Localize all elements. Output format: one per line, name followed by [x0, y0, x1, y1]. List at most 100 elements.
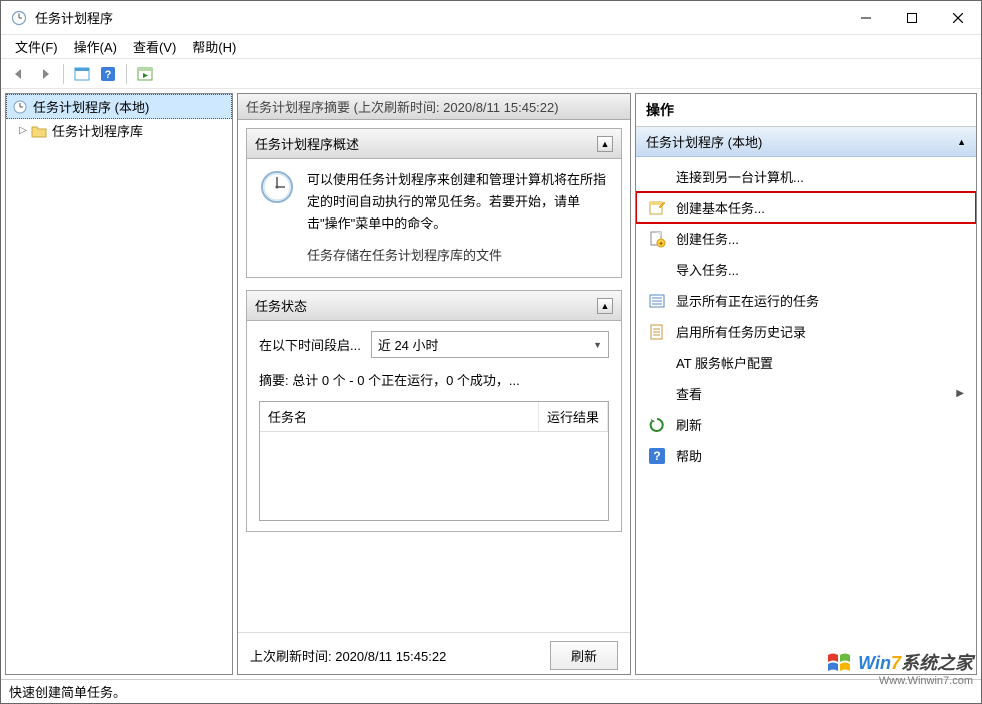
col-result[interactable]: 运行结果 [539, 402, 608, 431]
status-body: 在以下时间段启... 近 24 小时 ▼ 摘要: 总计 0 个 - 0 个正在运… [247, 321, 621, 531]
status-summary: 摘要: 总计 0 个 - 0 个正在运行，0 个成功，... [259, 370, 609, 389]
tree-library-label: 任务计划程序库 [52, 121, 143, 140]
menu-view[interactable]: 查看(V) [125, 34, 184, 59]
chevron-right-icon: ▶ [956, 388, 964, 399]
period-dropdown[interactable]: 近 24 小时 ▼ [371, 331, 609, 358]
overview-text: 可以使用任务计划程序来创建和管理计算机将在所指定的时间自动执行的常见任务。若要开… [307, 169, 609, 235]
col-taskname[interactable]: 任务名 [260, 402, 539, 431]
tree-root-label: 任务计划程序 (本地) [33, 97, 149, 116]
collapse-icon[interactable]: ▲ [597, 136, 613, 152]
toolbar-separator [63, 64, 64, 84]
blank-icon [648, 385, 666, 403]
status-row: 在以下时间段启... 近 24 小时 ▼ [259, 331, 609, 358]
actions-section-title: 任务计划程序 (本地) [646, 132, 762, 151]
help-icon: ? [648, 447, 666, 465]
tree-root[interactable]: 任务计划程序 (本地) [6, 94, 232, 119]
doc-new-icon: ✦ [648, 230, 666, 248]
actions-list: 连接到另一台计算机... 创建基本任务... ✦ 创建任务... 导入任务... 显示所有… [636, 157, 976, 674]
action-label: 连接到另一台计算机... [676, 167, 804, 186]
wizard-icon [648, 199, 666, 217]
overview-body: 可以使用任务计划程序来创建和管理计算机将在所指定的时间自动执行的常见任务。若要开… [247, 159, 621, 277]
action-refresh[interactable]: 刷新 [636, 409, 976, 440]
chevron-down-icon: ▼ [593, 340, 602, 350]
actions-section-header[interactable]: 任务计划程序 (本地) ▲ [636, 127, 976, 157]
action-help[interactable]: ? 帮助 [636, 440, 976, 471]
overview-footer: 任务存储在任务计划程序库的文件 [307, 245, 609, 267]
status-title: 任务状态 [255, 296, 307, 315]
toolbar-separator-2 [126, 64, 127, 84]
svg-text:?: ? [653, 449, 660, 463]
refresh-icon [648, 416, 666, 434]
app-icon [11, 10, 27, 26]
center-pane: 任务计划程序摘要 (上次刷新时间: 2020/8/11 15:45:22) 任务… [237, 93, 631, 675]
action-label: 创建基本任务... [676, 198, 765, 217]
action-label: 显示所有正在运行的任务 [676, 291, 819, 310]
collapse-up-icon[interactable]: ▲ [957, 137, 966, 147]
action-connect[interactable]: 连接到另一台计算机... [636, 161, 976, 192]
action-create-task[interactable]: ✦ 创建任务... [636, 223, 976, 254]
overview-title: 任务计划程序概述 [255, 134, 359, 153]
menu-file[interactable]: 文件(F) [7, 34, 66, 59]
statusbar-text: 快速创建简单任务。 [9, 682, 126, 701]
status-group: 任务状态 ▲ 在以下时间段启... 近 24 小时 ▼ 摘要: 总计 0 个 -… [246, 290, 622, 532]
doc-icon [648, 323, 666, 341]
status-label: 在以下时间段启... [259, 335, 361, 354]
forward-button[interactable] [33, 62, 57, 86]
table-header-row: 任务名 运行结果 [260, 402, 608, 432]
blank-icon [648, 168, 666, 186]
tree-library[interactable]: ▷ 任务计划程序库 [6, 119, 232, 142]
statusbar: 快速创建简单任务。 [1, 679, 981, 703]
action-label: AT 服务帐户配置 [676, 353, 773, 372]
action-show-running[interactable]: 显示所有正在运行的任务 [636, 285, 976, 316]
center-header: 任务计划程序摘要 (上次刷新时间: 2020/8/11 15:45:22) [238, 94, 630, 120]
tree-pane[interactable]: 任务计划程序 (本地) ▷ 任务计划程序库 [5, 93, 233, 675]
task-table[interactable]: 任务名 运行结果 [259, 401, 609, 521]
close-button[interactable] [935, 2, 981, 34]
action-label: 查看 [676, 384, 702, 403]
actions-title: 操作 [636, 94, 976, 127]
svg-text:✦: ✦ [658, 240, 664, 248]
clock-icon [11, 99, 29, 115]
action-enable-history[interactable]: 启用所有任务历史记录 [636, 316, 976, 347]
titlebar: 任务计划程序 [1, 1, 981, 35]
blank-icon [648, 261, 666, 279]
toolbar-help-button[interactable]: ? [96, 62, 120, 86]
center-body[interactable]: 任务计划程序概述 ▲ 可以使用任务计划程序来创建和管理计算机将在所指定的时间自动… [238, 120, 630, 632]
menu-action[interactable]: 操作(A) [66, 34, 125, 59]
action-at-config[interactable]: AT 服务帐户配置 [636, 347, 976, 378]
blank-icon [648, 354, 666, 372]
actions-pane: 操作 任务计划程序 (本地) ▲ 连接到另一台计算机... 创建基本任务... ✦ 创… [635, 93, 977, 675]
status-header[interactable]: 任务状态 ▲ [247, 291, 621, 321]
refresh-row: 上次刷新时间: 2020/8/11 15:45:22 刷新 [238, 632, 630, 674]
maximize-button[interactable] [889, 2, 935, 34]
refresh-button[interactable]: 刷新 [550, 641, 618, 670]
overview-header[interactable]: 任务计划程序概述 ▲ [247, 129, 621, 159]
action-label: 启用所有任务历史记录 [676, 322, 806, 341]
minimize-button[interactable] [843, 2, 889, 34]
action-label: 刷新 [676, 415, 702, 434]
large-clock-icon [259, 169, 295, 205]
folder-icon [30, 123, 48, 139]
action-create-basic[interactable]: 创建基本任务... [636, 192, 976, 223]
action-label: 帮助 [676, 446, 702, 465]
action-import[interactable]: 导入任务... [636, 254, 976, 285]
list-icon [648, 292, 666, 310]
body: 任务计划程序 (本地) ▷ 任务计划程序库 任务计划程序摘要 (上次刷新时间: … [1, 89, 981, 679]
menu-help[interactable]: 帮助(H) [184, 34, 244, 59]
window-buttons [843, 2, 981, 34]
overview-group: 任务计划程序概述 ▲ 可以使用任务计划程序来创建和管理计算机将在所指定的时间自动… [246, 128, 622, 278]
toolbar-run-button[interactable] [133, 62, 157, 86]
back-button[interactable] [7, 62, 31, 86]
action-label: 导入任务... [676, 260, 739, 279]
action-label: 创建任务... [676, 229, 739, 248]
action-view[interactable]: 查看 ▶ [636, 378, 976, 409]
window-title: 任务计划程序 [35, 8, 843, 27]
svg-text:?: ? [105, 69, 112, 81]
toolbar: ? [1, 59, 981, 89]
expander-icon[interactable]: ▷ [16, 125, 30, 136]
menubar: 文件(F) 操作(A) 查看(V) 帮助(H) [1, 35, 981, 59]
toolbar-panel-button[interactable] [70, 62, 94, 86]
collapse-icon[interactable]: ▲ [597, 298, 613, 314]
last-refresh-label: 上次刷新时间: 2020/8/11 15:45:22 [250, 646, 446, 665]
period-value: 近 24 小时 [378, 335, 439, 354]
